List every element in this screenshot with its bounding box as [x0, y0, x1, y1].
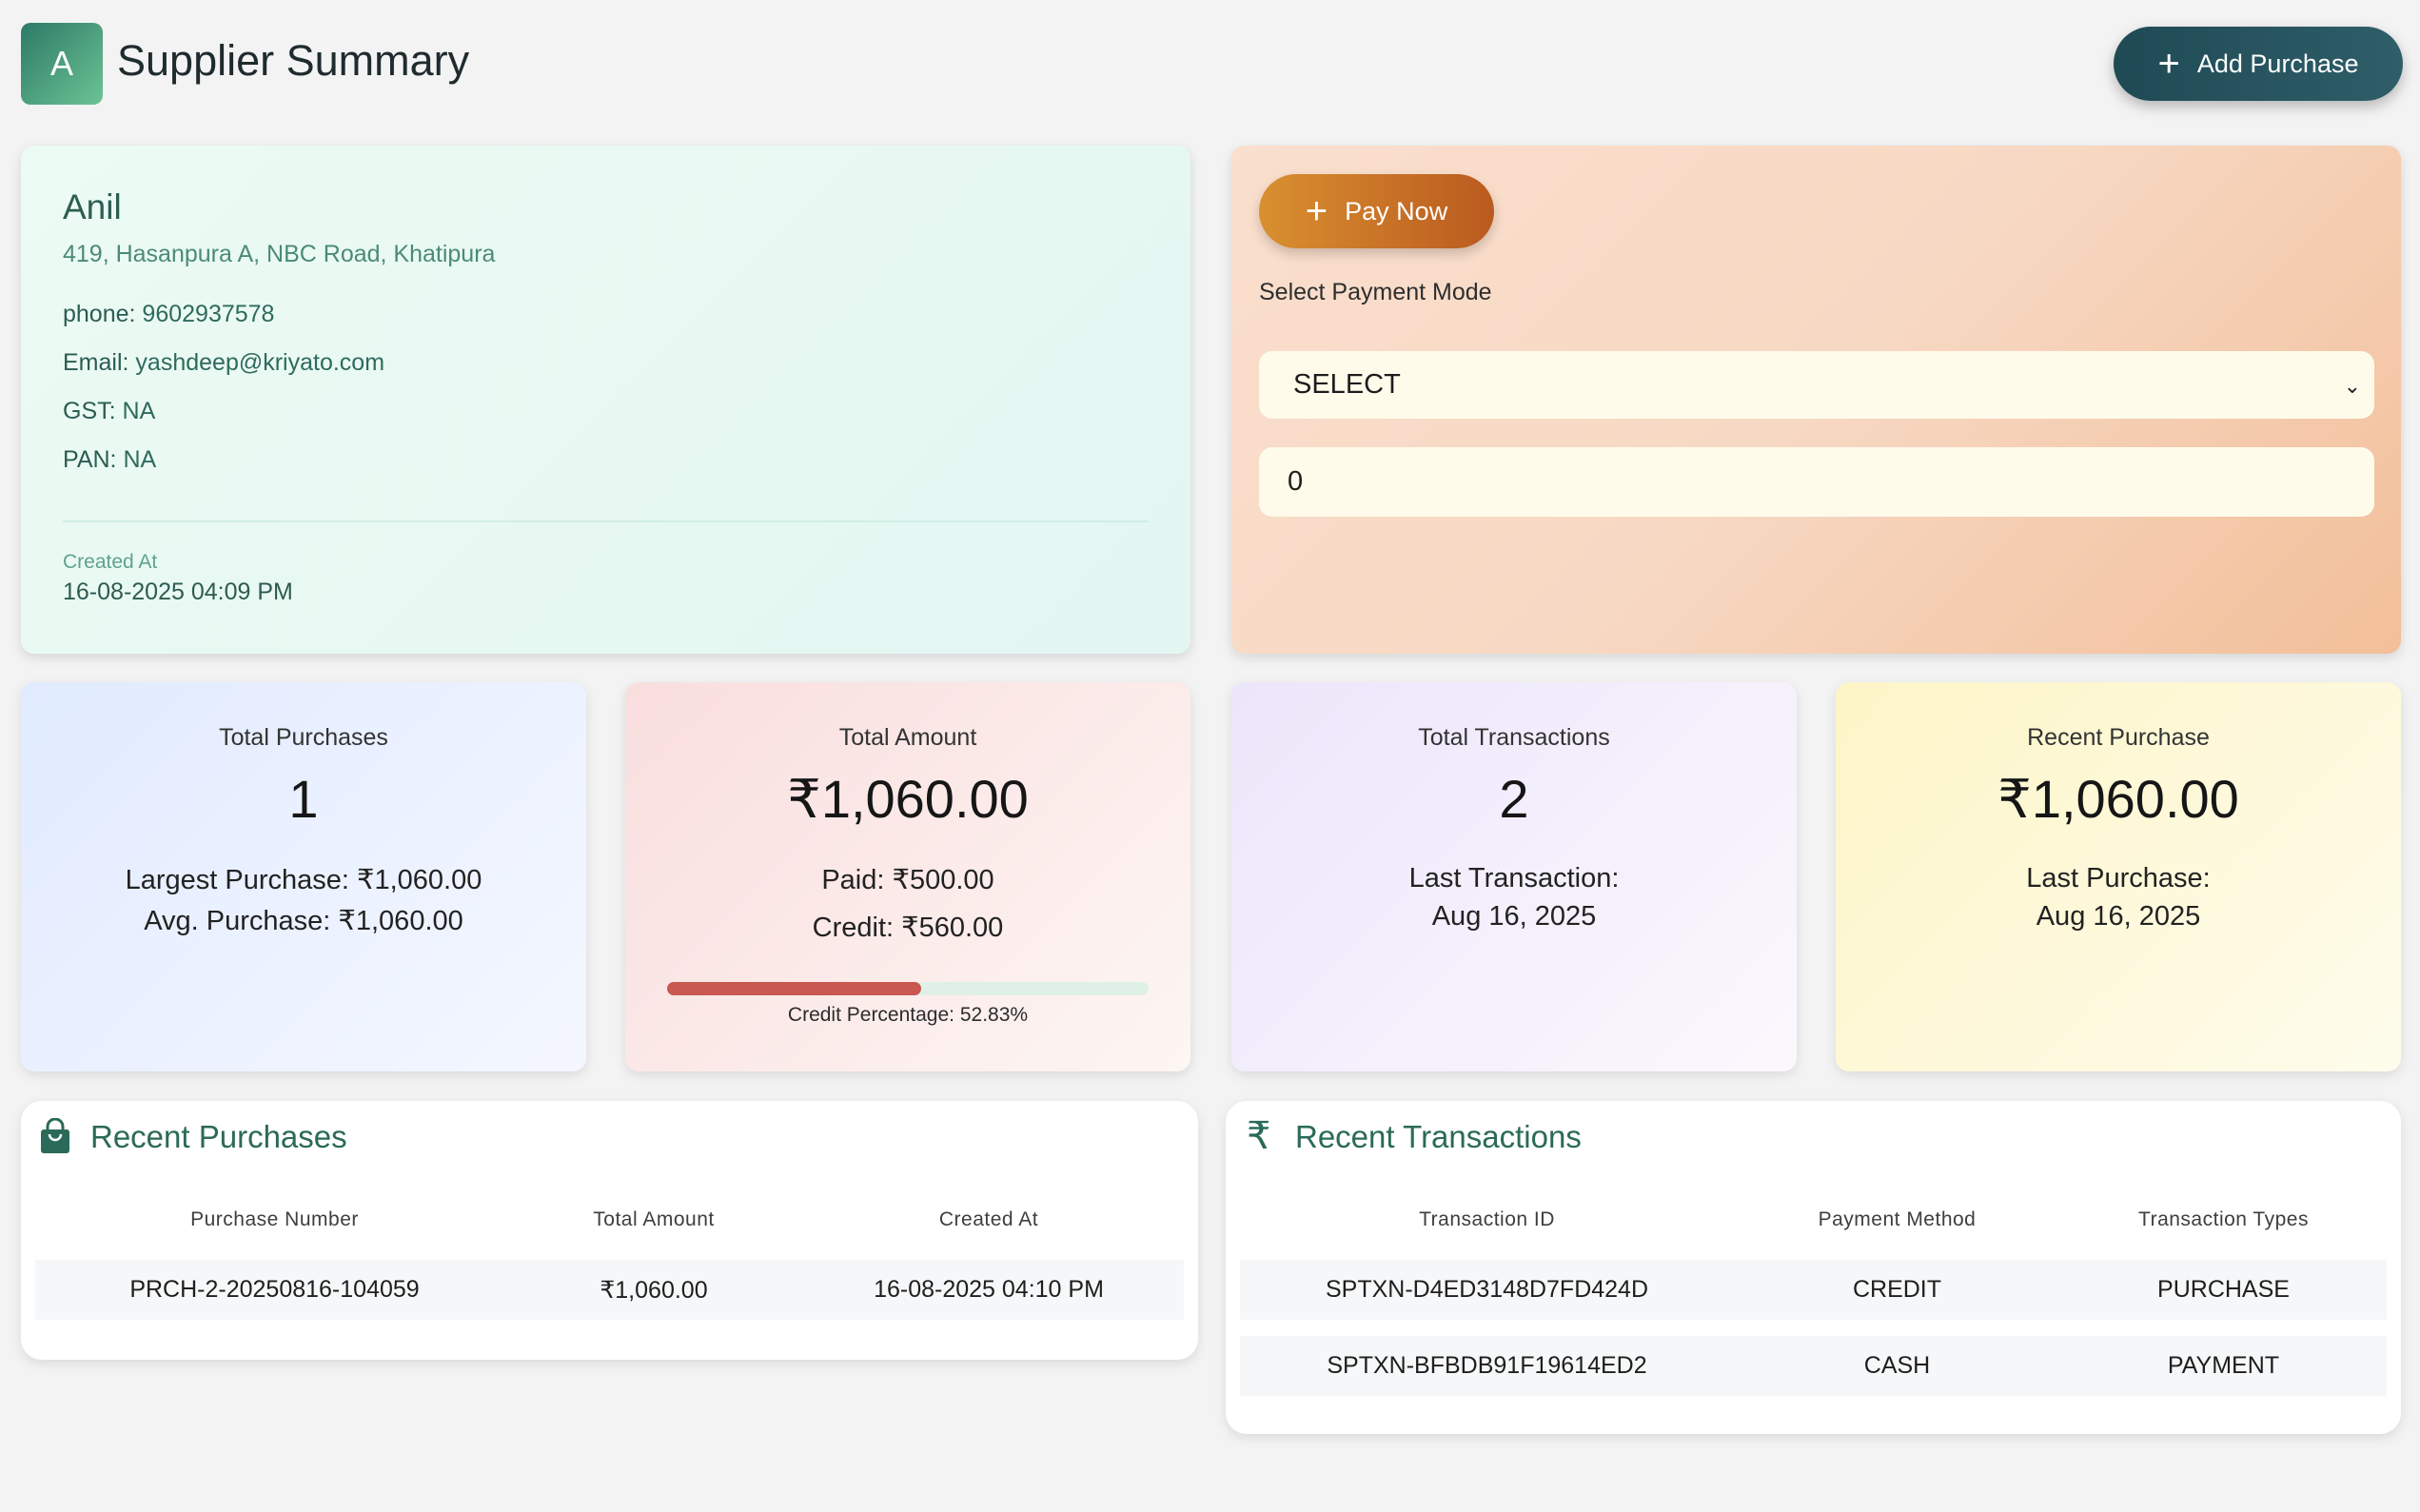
recent-transactions-table: Transaction ID Payment Method Transactio…: [1240, 1196, 2387, 1396]
pan-label: PAN:: [63, 446, 117, 473]
column-header: Purchase Number: [190, 1208, 359, 1230]
column-header: Transaction Types: [2138, 1208, 2309, 1230]
supplier-details: phone: 9602937578 Email: yashdeep@kriyat…: [63, 301, 1149, 474]
recent-purchases-panel: Recent Purchases Purchase Number Total A…: [21, 1101, 1198, 1360]
last-purchase-label: Last Purchase:: [2026, 863, 2211, 893]
credit-progress-bar: [667, 982, 1149, 995]
table-cell: SPTXN-BFBDB91F19614ED2: [1240, 1336, 1734, 1396]
table-cell: CASH: [1734, 1336, 2060, 1396]
column-header: Created At: [938, 1208, 1039, 1230]
recent-purchases-title: Recent Purchases: [90, 1119, 347, 1154]
stat-title: Total Transactions: [1418, 724, 1610, 751]
column-header: Total Amount: [593, 1208, 715, 1230]
payment-amount-input[interactable]: [1259, 447, 2374, 517]
largest-purchase: Largest Purchase: ₹1,060.00: [21, 863, 586, 896]
avg-purchase-label: Avg. Purchase:: [144, 906, 331, 936]
credit-percentage: Credit Percentage: 52.83%: [625, 1004, 1190, 1027]
table-cell: PURCHASE: [2060, 1260, 2387, 1320]
pay-now-label: Pay Now: [1345, 196, 1448, 226]
phone-value: 9602937578: [142, 301, 275, 327]
gst-row: GST: NA: [63, 398, 1149, 425]
stat-title: Total Purchases: [219, 724, 388, 751]
shopping-bag-icon: [38, 1117, 72, 1163]
stat-value: ₹1,060.00: [787, 769, 1029, 829]
table-cell: SPTXN-D4ED3148D7FD424D: [1240, 1260, 1734, 1320]
total-amount-card: Total Amount ₹1,060.00 Paid: ₹500.00 Cre…: [625, 682, 1190, 1071]
pay-now-button[interactable]: + Pay Now: [1259, 174, 1494, 248]
credit-amount: Credit: ₹560.00: [625, 911, 1190, 944]
total-transactions-card: Total Transactions 2 Last Transaction: A…: [1231, 682, 1797, 1071]
table-header-row: Transaction ID Payment Method Transactio…: [1240, 1196, 2387, 1244]
table-header-row: Purchase Number Total Amount Created At: [35, 1196, 1184, 1244]
credit-label: Credit:: [812, 913, 895, 943]
last-transaction-label: Last Transaction:: [1408, 863, 1620, 893]
column-header: Payment Method: [1818, 1208, 1977, 1230]
phone-row: phone: 9602937578: [63, 301, 1149, 328]
email-value: yashdeep@kriyato.com: [135, 349, 385, 376]
phone-label: phone:: [63, 301, 136, 327]
last-purchase-value: Aug 16, 2025: [2036, 901, 2201, 932]
payment-card: + Pay Now Select Payment Mode SELECT ⌄: [1231, 146, 2401, 654]
created-at-label: Created At: [63, 551, 158, 573]
last-transaction-value: Aug 16, 2025: [1431, 901, 1597, 932]
recent-purchases-table: Purchase Number Total Amount Created At …: [35, 1196, 1184, 1320]
table-cell: CREDIT: [1734, 1260, 2060, 1320]
credit-percentage-value: 52.83%: [959, 1004, 1029, 1026]
payment-mode-label: Select Payment Mode: [1259, 279, 1492, 305]
page-header: A Supplier Summary + Add Purchase: [21, 23, 2403, 105]
stat-value: ₹1,060.00: [1997, 769, 2239, 829]
plus-icon: +: [1305, 190, 1328, 232]
email-row: Email: yashdeep@kriyato.com: [63, 349, 1149, 377]
stat-value: 1: [288, 769, 319, 829]
supplier-address: 419, Hasanpura A, NBC Road, Khatipura: [63, 241, 496, 267]
paid-amount: Paid: ₹500.00: [625, 863, 1190, 896]
table-cell: ₹1,060.00: [514, 1260, 794, 1320]
column-header: Transaction ID: [1419, 1208, 1555, 1230]
table-row[interactable]: SPTXN-D4ED3148D7FD424D CREDIT PURCHASE: [1240, 1260, 2387, 1320]
stat-value: 2: [1499, 769, 1529, 829]
credit-value: ₹560.00: [901, 913, 1004, 943]
paid-label: Paid:: [821, 865, 885, 895]
table-cell: PAYMENT: [2060, 1336, 2387, 1396]
paid-value: ₹500.00: [892, 865, 994, 895]
email-label: Email:: [63, 349, 129, 376]
rupee-icon: ₹: [1247, 1115, 1271, 1157]
largest-purchase-label: Largest Purchase:: [125, 865, 349, 895]
recent-purchase-card: Recent Purchase ₹1,060.00 Last Purchase:…: [1836, 682, 2401, 1071]
table-cell: PRCH-2-20250816-104059: [35, 1260, 514, 1320]
supplier-name: Anil: [63, 187, 122, 226]
gst-label: GST:: [63, 398, 116, 424]
add-purchase-label: Add Purchase: [2196, 49, 2359, 78]
table-row[interactable]: SPTXN-BFBDB91F19614ED2 CASH PAYMENT: [1240, 1336, 2387, 1396]
stat-title: Total Amount: [838, 724, 977, 751]
created-at-value: 16-08-2025 04:09 PM: [63, 579, 293, 605]
chevron-down-icon: ⌄: [2343, 374, 2361, 398]
plus-icon: +: [2157, 43, 2180, 85]
divider: [63, 520, 1149, 522]
payment-mode-value: SELECT: [1293, 369, 1401, 400]
payment-mode-select[interactable]: SELECT ⌄: [1259, 351, 2374, 419]
page-title: Supplier Summary: [117, 36, 470, 85]
stat-title: Recent Purchase: [2027, 724, 2210, 751]
avatar: A: [21, 23, 103, 105]
gst-value: NA: [122, 398, 156, 424]
recent-transactions-panel: ₹ Recent Transactions Transaction ID Pay…: [1226, 1101, 2401, 1434]
pan-row: PAN: NA: [63, 446, 1149, 474]
credit-percentage-label: Credit Percentage:: [787, 1004, 955, 1026]
table-cell: 16-08-2025 04:10 PM: [794, 1260, 1184, 1320]
supplier-info-card: Anil 419, Hasanpura A, NBC Road, Khatipu…: [21, 146, 1190, 654]
add-purchase-button[interactable]: + Add Purchase: [2114, 27, 2403, 101]
largest-purchase-value: ₹1,060.00: [357, 865, 482, 895]
table-row[interactable]: PRCH-2-20250816-104059 ₹1,060.00 16-08-2…: [35, 1260, 1184, 1320]
total-purchases-card: Total Purchases 1 Largest Purchase: ₹1,0…: [21, 682, 586, 1071]
pan-value: NA: [123, 446, 157, 473]
avg-purchase: Avg. Purchase: ₹1,060.00: [21, 904, 586, 937]
recent-transactions-title: Recent Transactions: [1295, 1119, 1582, 1154]
credit-progress-fill: [667, 982, 922, 995]
avg-purchase-value: ₹1,060.00: [338, 906, 463, 936]
